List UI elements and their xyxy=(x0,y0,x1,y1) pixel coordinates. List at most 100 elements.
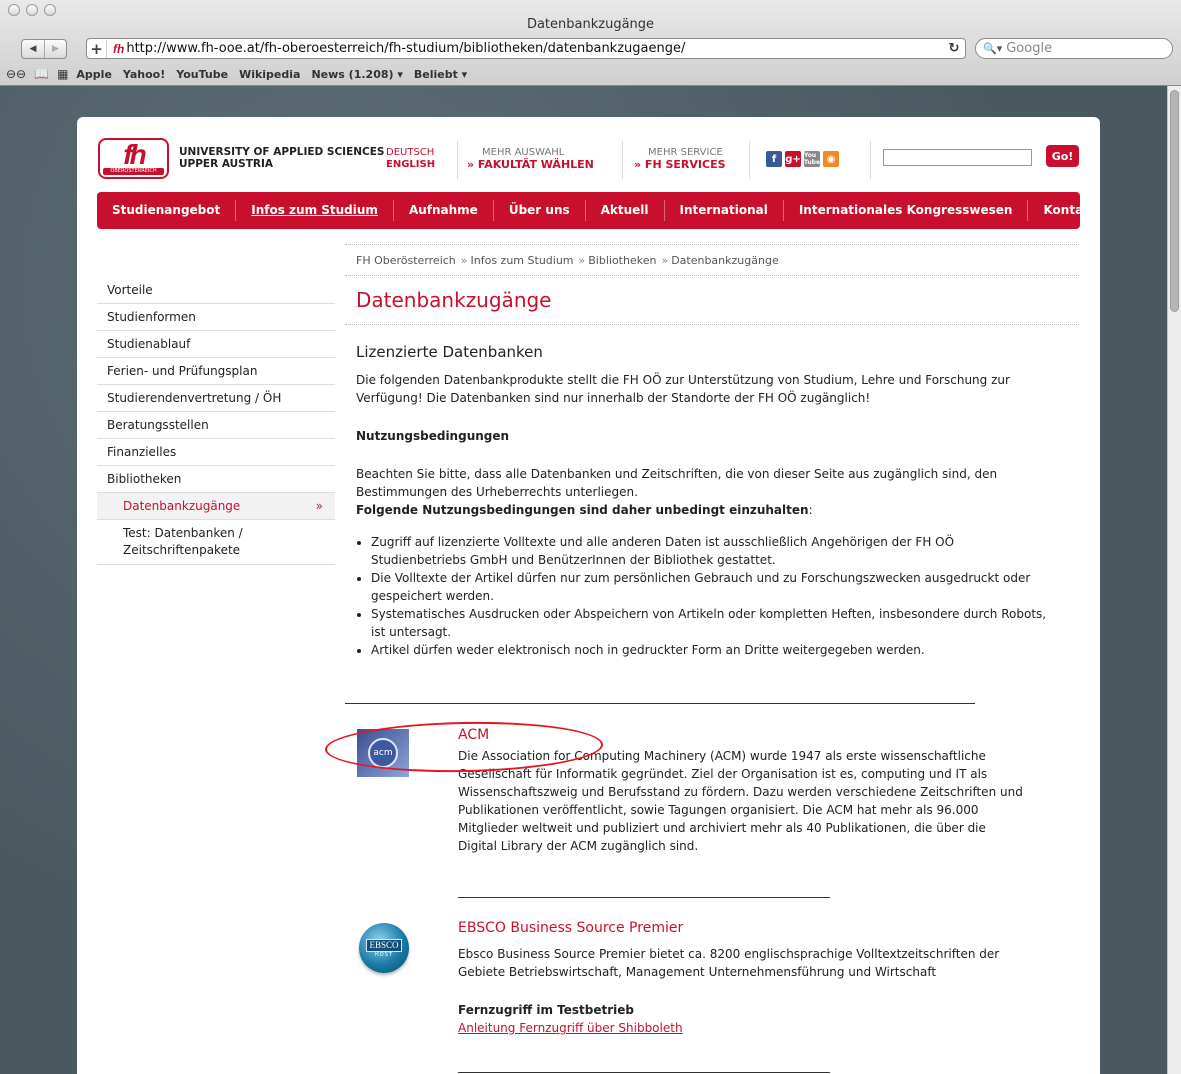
rules-list: Zugriff auf lizenzierte Volltexte und al… xyxy=(371,533,1051,659)
breadcrumb-item[interactable]: Bibliotheken xyxy=(588,254,656,267)
add-bookmark-icon[interactable]: + xyxy=(87,39,107,58)
list-item: Systematisches Ausdrucken oder Abspeiche… xyxy=(371,605,1051,641)
nav-aufnahme[interactable]: Aufnahme xyxy=(394,200,494,221)
back-button[interactable]: ◀ xyxy=(22,40,44,58)
lang-deutsch-link[interactable]: DEUTSCH xyxy=(386,147,435,159)
minimize-window-button[interactable] xyxy=(26,4,38,16)
site-search-input[interactable] xyxy=(883,149,1032,166)
sidebar-item-label: Datenbankzugänge xyxy=(123,499,241,513)
top-sites-grid-icon[interactable]: ▦ xyxy=(57,67,68,81)
main-content: Datenbankzugänge Lizenzierte Datenbanken… xyxy=(345,277,1079,659)
faculty-menu-label[interactable]: » FAKULTÄT WÄHLEN xyxy=(467,159,594,171)
social-links: f g+ You Tube ◉ xyxy=(766,151,839,167)
sidebar-item-bibliotheken[interactable]: Bibliotheken xyxy=(97,466,335,493)
breadcrumb-item[interactable]: Infos zum Studium xyxy=(471,254,574,267)
window-controls xyxy=(8,4,56,16)
double-chevron-right-icon: » xyxy=(315,499,323,513)
forward-button[interactable]: ▶ xyxy=(44,40,66,58)
divider xyxy=(622,141,623,179)
fh-logo[interactable]: fh OBERÖSTERREICH xyxy=(98,138,169,179)
faculty-menu[interactable]: MEHR AUSWAHL » FAKULTÄT WÄHLEN xyxy=(467,147,594,171)
list-item: Die Volltexte der Artikel dürfen nur zum… xyxy=(371,569,1051,605)
terms-bold: Folgende Nutzungsbedingungen sind daher … xyxy=(356,503,809,517)
ebsco-logo-sub: HOST xyxy=(375,951,393,958)
nav-aktuell[interactable]: Aktuell xyxy=(586,200,665,221)
sidebar-item-studienformen[interactable]: Studienformen xyxy=(97,304,335,331)
bookmark-yahoo[interactable]: Yahoo! xyxy=(123,68,165,81)
bookmarks-book-icon[interactable]: 📖 xyxy=(34,67,49,81)
nav-kongresswesen[interactable]: Internationales Kongresswesen xyxy=(784,200,1029,221)
nav-infos-zum-studium[interactable]: Infos zum Studium xyxy=(236,200,394,221)
close-window-button[interactable] xyxy=(8,4,20,16)
window-title: Datenbankzugänge xyxy=(526,17,655,32)
browser-search-input[interactable]: 🔍▾ Google xyxy=(975,38,1173,59)
lang-english-link[interactable]: ENGLISH xyxy=(386,159,435,171)
sidebar-item-finanzielles[interactable]: Finanzielles xyxy=(97,439,335,466)
breadcrumb-item[interactable]: FH Oberösterreich xyxy=(356,254,456,267)
ebsco-description: Ebsco Business Source Premier bietet ca.… xyxy=(458,947,1000,979)
divider xyxy=(749,141,750,179)
vertical-scrollbar[interactable] xyxy=(1167,86,1181,1074)
section-divider xyxy=(345,703,975,704)
sidebar-item-ferienplan[interactable]: Ferien- und Prüfungsplan xyxy=(97,358,335,385)
logo-fh-text: fh xyxy=(123,139,146,170)
google-plus-icon[interactable]: g+ xyxy=(785,151,801,167)
intro-text: Die folgenden Datenbankprodukte stellt d… xyxy=(356,373,1010,405)
site-favicon-icon: fh xyxy=(113,41,125,56)
logo-subtitle: OBERÖSTERREICH xyxy=(103,168,164,175)
sidebar-item-datenbankzugaenge[interactable]: Datenbankzugänge » xyxy=(97,493,335,520)
nav-international[interactable]: International xyxy=(665,200,784,221)
terms-colon: : xyxy=(808,503,813,517)
sidebar-item-beratungsstellen[interactable]: Beratungsstellen xyxy=(97,412,335,439)
ebsco-title-link[interactable]: EBSCO Business Source Premier xyxy=(458,920,683,936)
browser-chrome: Datenbankzugänge ◀ ▶ + fh http://www.fh-… xyxy=(0,0,1181,86)
nav-kontakt[interactable]: Kontakt xyxy=(1028,200,1110,221)
sidebar-item-studierendenvertretung[interactable]: Studierendenvertretung / ÖH xyxy=(97,385,335,412)
main-navigation: Studienangebot Infos zum Studium Aufnahm… xyxy=(97,192,1097,229)
title-bar: Datenbankzugänge xyxy=(0,0,1181,36)
bookmark-wikipedia[interactable]: Wikipedia xyxy=(239,68,300,81)
search-go-button[interactable]: Go! xyxy=(1046,145,1079,167)
remote-access-heading: Fernzugriff im Testbetrieb xyxy=(458,1003,634,1017)
sidebar: Vorteile Studienformen Studienablauf Fer… xyxy=(97,277,335,565)
url-text[interactable]: http://www.fh-ooe.at/fh-oberoesterreich/… xyxy=(126,41,943,56)
nav-ueber-uns[interactable]: Über uns xyxy=(494,200,586,221)
rss-icon[interactable]: ◉ xyxy=(823,151,839,167)
browser-toolbar: ◀ ▶ + fh http://www.fh-ooe.at/fh-oberoes… xyxy=(0,37,1181,61)
nav-studienangebot[interactable]: Studienangebot xyxy=(97,200,237,221)
terms-instruction: Folgende Nutzungsbedingungen sind daher … xyxy=(356,501,1056,519)
sidebar-item-test-datenbanken[interactable]: Test: Datenbanken / Zeitschriftenpakete xyxy=(97,520,335,565)
divider xyxy=(457,141,458,179)
facebook-icon[interactable]: f xyxy=(766,151,782,167)
section-heading: Lizenzierte Datenbanken xyxy=(356,343,543,361)
breadcrumb-separator: » xyxy=(460,253,468,267)
ebsco-logo[interactable]: EBSCO HOST xyxy=(359,923,409,973)
shibboleth-guide-link[interactable]: Anleitung Fernzugriff über Shibboleth xyxy=(458,1019,683,1037)
section-divider xyxy=(458,1072,830,1073)
breadcrumb-separator: » xyxy=(578,253,586,267)
zoom-window-button[interactable] xyxy=(44,4,56,16)
youtube-icon[interactable]: You Tube xyxy=(804,151,820,167)
services-menu[interactable]: MEHR SERVICE » FH SERVICES xyxy=(634,147,726,171)
university-line2: UPPER AUSTRIA xyxy=(179,158,274,170)
ebsco-logo-text: EBSCO xyxy=(366,938,402,952)
university-name: UNIVERSITY OF APPLIED SCIENCES UPPER AUS… xyxy=(179,146,384,170)
search-placeholder: Google xyxy=(1006,41,1053,56)
sidebar-item-studienablauf[interactable]: Studienablauf xyxy=(97,331,335,358)
bookmark-news[interactable]: News (1.208) ▾ xyxy=(311,68,402,81)
bookmark-beliebt[interactable]: Beliebt ▾ xyxy=(414,68,467,81)
sidebar-item-vorteile[interactable]: Vorteile xyxy=(97,277,335,304)
bookmark-apple[interactable]: Apple xyxy=(76,68,112,81)
breadcrumb-current: Datenbankzugänge xyxy=(671,253,779,267)
reload-icon[interactable]: ↻ xyxy=(943,41,965,56)
language-switch: DEUTSCH ENGLISH xyxy=(386,147,435,171)
search-icon: 🔍▾ xyxy=(983,42,1003,55)
bookmarks-bar: ⊖⊖ 📖 ▦ Apple Yahoo! YouTube Wikipedia Ne… xyxy=(0,64,1181,84)
bookmark-youtube[interactable]: YouTube xyxy=(176,68,228,81)
services-menu-label[interactable]: » FH SERVICES xyxy=(634,159,726,171)
scrollbar-thumb[interactable] xyxy=(1170,90,1179,312)
site-card: fh OBERÖSTERREICH UNIVERSITY OF APPLIED … xyxy=(77,117,1100,1074)
address-bar[interactable]: + fh http://www.fh-ooe.at/fh-oberoesterr… xyxy=(86,38,966,59)
reading-list-icon[interactable]: ⊖⊖ xyxy=(6,67,26,81)
terms-text: Beachten Sie bitte, dass alle Datenbanke… xyxy=(356,467,998,499)
